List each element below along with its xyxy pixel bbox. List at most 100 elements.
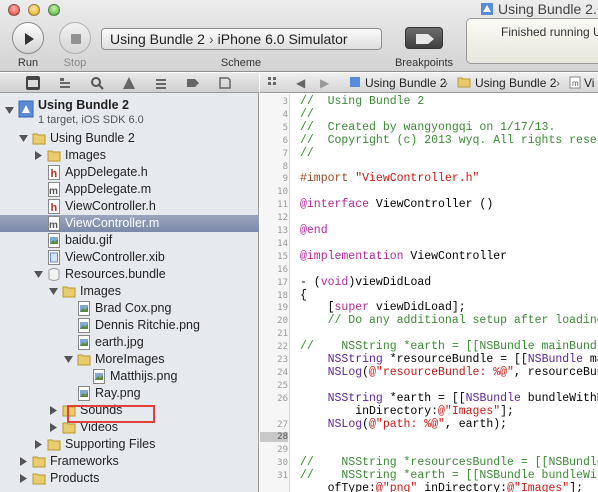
code-line[interactable]: // Do any additional setup after loading bbox=[300, 314, 598, 327]
run-button[interactable] bbox=[12, 22, 44, 54]
tree-item[interactable]: earth.jpg bbox=[0, 334, 259, 351]
breakpoints-button[interactable] bbox=[405, 27, 443, 49]
disclosure-triangle-closed-icon[interactable] bbox=[49, 406, 58, 415]
issue-navigator-tab[interactable] bbox=[122, 76, 136, 90]
tree-item[interactable]: m ViewController.m bbox=[0, 215, 259, 232]
line-number[interactable]: 31 bbox=[260, 471, 288, 481]
code-line[interactable]: #import "ViewController.h" bbox=[300, 172, 479, 185]
tree-item[interactable]: MoreImages bbox=[0, 351, 259, 368]
forward-arrow-icon[interactable]: ▶ bbox=[320, 76, 329, 90]
line-number[interactable]: 11 bbox=[260, 200, 288, 210]
breakpoint-navigator-tab[interactable] bbox=[186, 76, 200, 90]
code-line[interactable]: @end bbox=[300, 224, 328, 237]
tree-item[interactable]: ViewController.xib bbox=[0, 249, 259, 266]
code-line[interactable]: NSString *resourceBundle = [[NSBundle ma… bbox=[300, 353, 598, 366]
line-number[interactable]: 23 bbox=[260, 355, 288, 365]
tree-item[interactable]: Dennis Ritchie.png bbox=[0, 317, 259, 334]
line-number[interactable]: 15 bbox=[260, 252, 288, 262]
minimize-window-button[interactable] bbox=[28, 4, 40, 16]
log-navigator-tab[interactable] bbox=[218, 76, 232, 90]
line-number[interactable]: 19 bbox=[260, 303, 288, 313]
disclosure-triangle-open-icon[interactable] bbox=[64, 355, 73, 364]
scheme-destination[interactable]: iPhone 6.0 Simulator bbox=[218, 31, 348, 47]
disclosure-triangle-closed-icon[interactable] bbox=[49, 423, 58, 432]
code-line[interactable]: [super viewDidLoad]; bbox=[300, 301, 466, 314]
code-line[interactable]: // bbox=[300, 108, 314, 121]
line-number[interactable]: 22 bbox=[260, 342, 288, 352]
jumpbar-group[interactable]: Using Bundle 2 bbox=[475, 76, 556, 90]
close-window-button[interactable] bbox=[8, 4, 20, 16]
code-line[interactable]: // NSString *resourcesBundle = [[NSBundl… bbox=[300, 456, 598, 469]
line-number[interactable]: 18 bbox=[260, 291, 288, 301]
tree-item[interactable]: h AppDelegate.h bbox=[0, 164, 259, 181]
line-number[interactable]: 20 bbox=[260, 316, 288, 326]
code-line[interactable]: // Created by wangyongqi on 1/17/13. bbox=[300, 121, 555, 134]
line-number[interactable]: 7 bbox=[260, 149, 288, 159]
disclosure-triangle-closed-icon[interactable] bbox=[34, 440, 43, 449]
line-number[interactable]: 12 bbox=[260, 213, 288, 223]
source-editor[interactable]: 3 4 5 6 7 8 9 10 11 12 13 14 15 16 17 18 19 20 21 22 23 24 25 2… bbox=[260, 94, 598, 492]
tree-item[interactable]: Using Bundle 2 bbox=[0, 130, 259, 147]
zoom-window-button[interactable] bbox=[48, 4, 60, 16]
line-number[interactable]: 13 bbox=[260, 226, 288, 236]
jumpbar-file[interactable]: Vi bbox=[584, 76, 594, 90]
stop-button[interactable] bbox=[59, 22, 91, 54]
tree-item[interactable]: Matthijs.png bbox=[0, 368, 259, 385]
debug-navigator-tab[interactable] bbox=[154, 76, 168, 90]
disclosure-triangle-open-icon[interactable] bbox=[34, 270, 43, 279]
search-navigator-tab[interactable] bbox=[90, 76, 104, 90]
line-number[interactable]: 4 bbox=[260, 110, 288, 120]
code-line[interactable]: inDirectory:@"Images"]; bbox=[300, 405, 514, 418]
disclosure-triangle-closed-icon[interactable] bbox=[19, 474, 28, 483]
code-line[interactable]: NSLog(@"path: %@", earth); bbox=[300, 418, 507, 431]
tree-item[interactable]: baidu.gif bbox=[0, 232, 259, 249]
line-number[interactable]: 30 bbox=[260, 458, 288, 468]
code-line[interactable]: // Using Bundle 2 bbox=[300, 95, 424, 108]
line-number[interactable]: 5 bbox=[260, 123, 288, 133]
line-number[interactable]: 9 bbox=[260, 174, 288, 184]
tree-item[interactable]: Products bbox=[0, 470, 259, 487]
scheme-popup[interactable]: Using Bundle 2 › iPhone 6.0 Simulator bbox=[101, 28, 382, 50]
line-number[interactable]: 27 bbox=[260, 420, 288, 430]
tree-item[interactable]: Images bbox=[0, 147, 259, 164]
tree-item[interactable]: m AppDelegate.m bbox=[0, 181, 259, 198]
tree-item[interactable]: Frameworks bbox=[0, 453, 259, 470]
tree-item[interactable]: Brad Cox.png bbox=[0, 300, 259, 317]
tree-item[interactable]: Resources.bundle bbox=[0, 266, 259, 283]
line-number[interactable]: 24 bbox=[260, 368, 288, 378]
back-arrow-icon[interactable]: ◀ bbox=[296, 76, 305, 90]
line-number[interactable]: 8 bbox=[260, 162, 288, 172]
disclosure-triangle-closed-icon[interactable] bbox=[34, 151, 43, 160]
code-line[interactable]: NSLog(@"resourceBundle: %@", resourceBun… bbox=[300, 366, 598, 379]
tree-item[interactable]: Supporting Files bbox=[0, 436, 259, 453]
tree-item[interactable]: Ray.png bbox=[0, 385, 259, 402]
line-number[interactable]: 26 bbox=[260, 394, 288, 404]
code-line[interactable]: NSString *earth = [[NSBundle bundleWithP… bbox=[300, 392, 598, 405]
tree-item[interactable]: Images bbox=[0, 283, 259, 300]
tree-item[interactable]: h ViewController.h bbox=[0, 198, 259, 215]
symbol-navigator-tab[interactable] bbox=[58, 76, 72, 90]
code-line[interactable]: @implementation ViewController bbox=[300, 250, 507, 263]
disclosure-triangle-closed-icon[interactable] bbox=[19, 457, 28, 466]
line-number[interactable]: 6 bbox=[260, 136, 288, 146]
disclosure-triangle-open-icon[interactable] bbox=[49, 287, 58, 296]
code-line[interactable]: // NSString *earth = [[NSBundle bundleWi… bbox=[300, 469, 598, 482]
code-line[interactable]: @interface ViewController () bbox=[300, 198, 493, 211]
related-items-icon[interactable] bbox=[266, 75, 280, 92]
code-line[interactable]: ofType:@"png" inDirectory:@"Images"]; bbox=[300, 482, 583, 492]
line-number[interactable]: 10 bbox=[260, 187, 288, 197]
code-line[interactable]: - (void)viewDidLoad bbox=[300, 276, 431, 289]
line-number[interactable]: 14 bbox=[260, 239, 288, 249]
disclosure-triangle-open-icon[interactable] bbox=[19, 134, 28, 143]
line-number[interactable]: 28 bbox=[260, 432, 288, 443]
line-number[interactable]: 29 bbox=[260, 445, 288, 455]
jumpbar-project[interactable]: Using Bundle 2 bbox=[365, 76, 446, 90]
line-number[interactable]: 25 bbox=[260, 381, 288, 391]
code-line[interactable]: // bbox=[300, 147, 314, 160]
line-number-gutter[interactable]: 3 4 5 6 7 8 9 10 11 12 13 14 15 16 17 18 19 20 21 22 23 24 25 2… bbox=[260, 94, 290, 492]
project-navigator-tab[interactable] bbox=[26, 76, 40, 90]
line-number[interactable]: 17 bbox=[260, 278, 288, 288]
line-number[interactable]: 21 bbox=[260, 329, 288, 339]
code-line[interactable]: // Copyright (c) 2013 wyq. All rights re… bbox=[300, 134, 598, 147]
code-line[interactable]: { bbox=[300, 289, 307, 302]
